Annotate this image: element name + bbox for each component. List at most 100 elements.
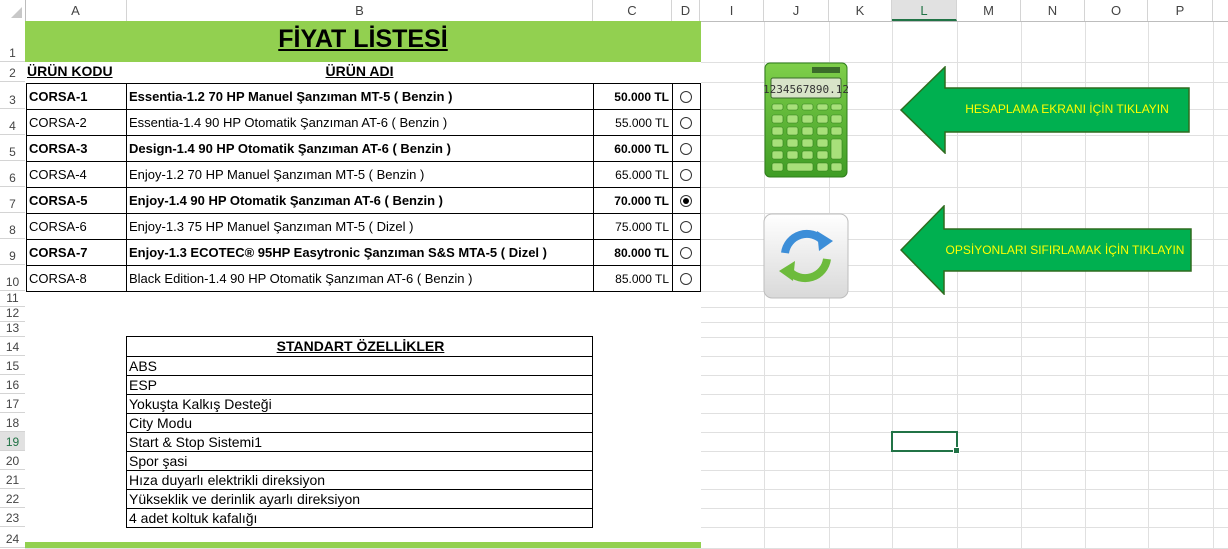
grid-vline xyxy=(892,21,893,548)
row-header-20[interactable]: 20 xyxy=(0,451,25,470)
product-code: CORSA-8 xyxy=(26,265,127,292)
product-price: 85.000 TL xyxy=(593,265,673,292)
product-radio-cell xyxy=(672,265,701,292)
product-name: Black Edition-1.4 90 HP Otomatik Şanzıma… xyxy=(126,265,594,292)
row-header-14[interactable]: 14 xyxy=(0,337,25,356)
row-header-15[interactable]: 15 xyxy=(0,356,25,375)
column-header-d[interactable]: D xyxy=(672,0,700,21)
row-header-9[interactable]: 9 xyxy=(0,239,25,265)
product-price: 75.000 TL xyxy=(593,213,673,240)
column-header-c[interactable]: C xyxy=(593,0,672,21)
row-header-21[interactable]: 21 xyxy=(0,470,25,489)
product-code: CORSA-3 xyxy=(26,135,127,162)
product-radio-cell xyxy=(672,213,701,240)
product-code: CORSA-1 xyxy=(26,83,127,110)
row-header-bar: 1 2 3 4 5 6 7 8 9 10 11 12 13 14 15 16 17 18 19 20 21 22 23 24 xyxy=(0,21,26,548)
option-radio[interactable] xyxy=(680,247,692,259)
row-header-24[interactable]: 24 xyxy=(0,527,25,548)
standard-feature-item: ABS xyxy=(127,357,592,376)
select-all-corner[interactable] xyxy=(0,0,26,21)
column-header-p[interactable]: P xyxy=(1148,0,1213,21)
header-code: ÜRÜN KODU xyxy=(27,63,113,79)
reset-arrow-shape[interactable]: OPSİYONLARI SIFIRLAMAK İÇİN TIKLAYIN xyxy=(899,204,1192,296)
product-code: CORSA-7 xyxy=(26,239,127,266)
product-name: Enjoy-1.3 ECOTEC® 95HP Easytronic Şanzım… xyxy=(126,239,594,266)
option-radio[interactable] xyxy=(680,169,692,181)
standard-feature-item: 4 adet koltuk kafalığı xyxy=(129,510,258,526)
refresh-icon xyxy=(763,213,849,299)
row-header-19[interactable]: 19 xyxy=(0,432,25,451)
product-price: 55.000 TL xyxy=(593,109,673,136)
standard-feature-item: Start & Stop Sistemi1 xyxy=(127,433,592,452)
column-header-n[interactable]: N xyxy=(1021,0,1085,21)
row-header-11[interactable]: 11 xyxy=(0,291,25,307)
row-header-7[interactable]: 7 xyxy=(0,187,25,213)
calculator-button[interactable]: 1234567890.12 xyxy=(763,62,849,178)
standard-feature-item: Yokuşta Kalkış Desteği xyxy=(127,395,592,414)
column-header-b[interactable]: B xyxy=(127,0,593,21)
reset-options-button[interactable] xyxy=(763,213,849,299)
row-header-22[interactable]: 22 xyxy=(0,489,25,508)
product-price: 50.000 TL xyxy=(593,83,673,110)
row-header-16[interactable]: 16 xyxy=(0,375,25,394)
calc-arrow-shape[interactable]: HESAPLAMA EKRANI İÇİN TIKLAYIN xyxy=(899,65,1190,155)
row-header-4[interactable]: 4 xyxy=(0,109,25,135)
product-name: Enjoy-1.2 70 HP Manuel Şanzıman MT-5 ( B… xyxy=(126,161,594,188)
product-price: 60.000 TL xyxy=(593,135,673,162)
row-header-10[interactable]: 10 xyxy=(0,265,25,291)
row-header-1[interactable]: 1 xyxy=(0,21,25,62)
product-radio-cell xyxy=(672,239,701,266)
standard-feature-item: Spor şasi xyxy=(127,452,592,471)
option-radio[interactable] xyxy=(680,195,692,207)
product-radio-cell xyxy=(672,187,701,214)
row-header-17[interactable]: 17 xyxy=(0,394,25,413)
row-header-23[interactable]: 23 xyxy=(0,508,25,527)
product-code: CORSA-2 xyxy=(26,109,127,136)
row-header-5[interactable]: 5 xyxy=(0,135,25,161)
standard-feature-item: ESP xyxy=(127,376,592,395)
column-header-j[interactable]: J xyxy=(764,0,829,21)
header-name: ÜRÜN ADI xyxy=(325,63,394,79)
option-radio[interactable] xyxy=(680,221,692,233)
product-price: 65.000 TL xyxy=(593,161,673,188)
column-header-a[interactable]: A xyxy=(25,0,127,21)
standard-feature-item: City Modu xyxy=(127,414,592,433)
column-header-l[interactable]: L xyxy=(892,0,957,21)
row-header-6[interactable]: 6 xyxy=(0,161,25,187)
row-header-13[interactable]: 13 xyxy=(0,321,25,337)
grid-vline xyxy=(1213,21,1214,548)
calc-arrow-label: HESAPLAMA EKRANI İÇİN TIKLAYIN xyxy=(965,102,1169,116)
standard-features-table: STANDART ÖZELLİKLER ABS ESP Yokuşta Kalkış… xyxy=(126,336,593,528)
product-price: 80.000 TL xyxy=(593,239,673,266)
column-header-k[interactable]: K xyxy=(829,0,892,21)
row-header-18[interactable]: 18 xyxy=(0,413,25,432)
product-code: CORSA-5 xyxy=(26,187,127,214)
svg-text:1234567890.12: 1234567890.12 xyxy=(764,83,848,96)
active-cell[interactable] xyxy=(891,431,960,454)
column-header-o[interactable]: O xyxy=(1085,0,1148,21)
product-radio-cell xyxy=(672,83,701,110)
row-header-3[interactable]: 3 xyxy=(0,82,25,109)
product-name: Enjoy-1.3 75 HP Manuel Şanzıman MT-5 ( D… xyxy=(126,213,594,240)
reset-arrow-label: OPSİYONLARI SIFIRLAMAK İÇİN TIKLAYIN xyxy=(945,243,1185,257)
title-bar: FİYAT LİSTESİ xyxy=(25,21,701,62)
option-radio[interactable] xyxy=(680,91,692,103)
product-radio-cell xyxy=(672,161,701,188)
column-header-bar: ABCDIJKLMNOP xyxy=(0,0,1228,22)
column-header-m[interactable]: M xyxy=(957,0,1021,21)
option-radio[interactable] xyxy=(680,273,692,285)
bottom-bar xyxy=(25,542,701,548)
product-radio-cell xyxy=(672,135,701,162)
row-header-2[interactable]: 2 xyxy=(0,62,25,82)
product-name: Essentia-1.4 90 HP Otomatik Şanzıman AT-… xyxy=(126,109,594,136)
product-code: CORSA-6 xyxy=(26,213,127,240)
column-header-i[interactable]: I xyxy=(700,0,764,21)
row-header-8[interactable]: 8 xyxy=(0,213,25,239)
product-code: CORSA-4 xyxy=(26,161,127,188)
page-title: FİYAT LİSTESİ xyxy=(278,25,448,53)
row-header-12[interactable]: 12 xyxy=(0,306,25,322)
option-radio[interactable] xyxy=(680,117,692,129)
option-radio[interactable] xyxy=(680,143,692,155)
product-price: 70.000 TL xyxy=(593,187,673,214)
calculator-icon: 1234567890.12 xyxy=(763,62,849,178)
